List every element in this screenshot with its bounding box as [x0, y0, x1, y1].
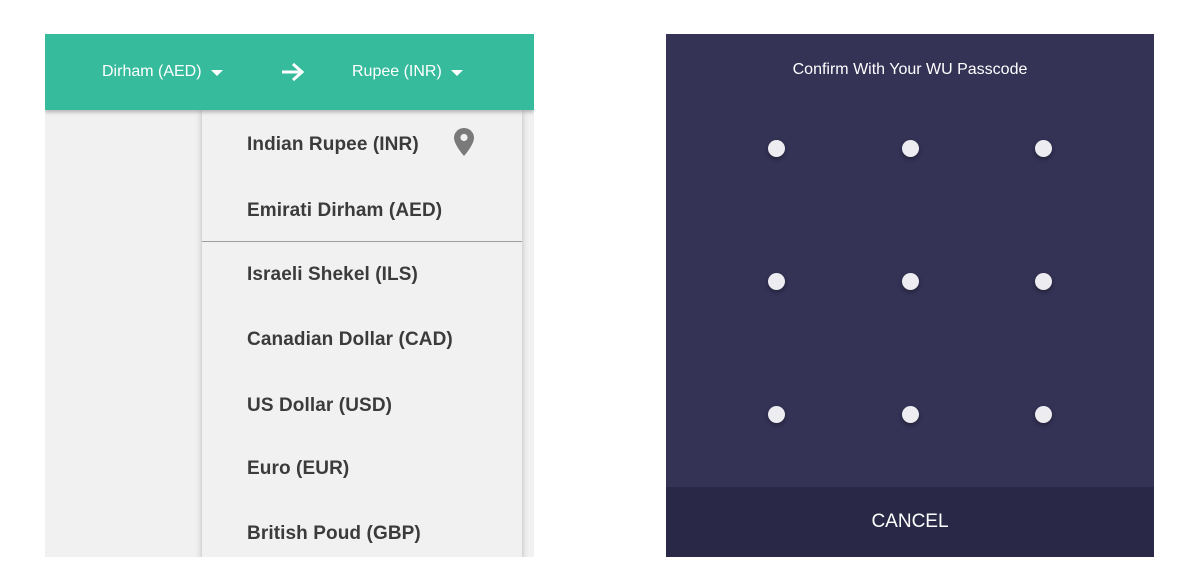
pattern-dot[interactable] [768, 273, 785, 290]
pattern-dot[interactable] [768, 140, 785, 157]
to-currency-selector[interactable]: Rupee (INR) [352, 34, 463, 110]
pattern-dot[interactable] [902, 406, 919, 423]
currency-selector-bar: Dirham (AED) Rupee (INR) [45, 34, 534, 110]
passcode-screen: Confirm With Your WU Passcode CANCEL [666, 34, 1154, 557]
pattern-dot[interactable] [1035, 406, 1052, 423]
currency-option-inr[interactable]: Indian Rupee (INR) [247, 134, 419, 156]
pattern-dot[interactable] [902, 273, 919, 290]
currency-option-eur[interactable]: Euro (EUR) [247, 458, 349, 480]
pattern-dot[interactable] [1035, 140, 1052, 157]
passcode-title: Confirm With Your WU Passcode [792, 61, 1028, 78]
currency-option-usd[interactable]: US Dollar (USD) [247, 395, 392, 417]
currency-option-ils[interactable]: Israeli Shekel (ILS) [247, 264, 418, 286]
from-currency-label: Dirham (AED) [102, 63, 202, 80]
dropdown-divider [202, 241, 522, 242]
pattern-dot[interactable] [768, 406, 785, 423]
arrow-right-icon [282, 62, 305, 82]
currency-dropdown-menu: Indian Rupee (INR) Emirati Dirham (AED) … [202, 110, 522, 557]
pattern-dot[interactable] [1035, 273, 1052, 290]
cancel-button[interactable]: CANCEL [666, 487, 1154, 557]
currency-option-aed[interactable]: Emirati Dirham (AED) [247, 200, 442, 222]
to-currency-label: Rupee (INR) [352, 63, 442, 80]
chevron-down-icon [210, 69, 223, 76]
from-currency-selector[interactable]: Dirham (AED) [102, 34, 223, 110]
chevron-down-icon [450, 69, 463, 76]
currency-option-cad[interactable]: Canadian Dollar (CAD) [247, 329, 453, 351]
cancel-button-label: CANCEL [871, 511, 949, 532]
currency-converter-screen: Dirham (AED) Rupee (INR) Indian Rupee (I… [45, 34, 534, 557]
pattern-dot[interactable] [902, 140, 919, 157]
currency-option-gbp[interactable]: British Poud (GBP) [247, 523, 421, 545]
location-pin-icon [454, 128, 474, 156]
